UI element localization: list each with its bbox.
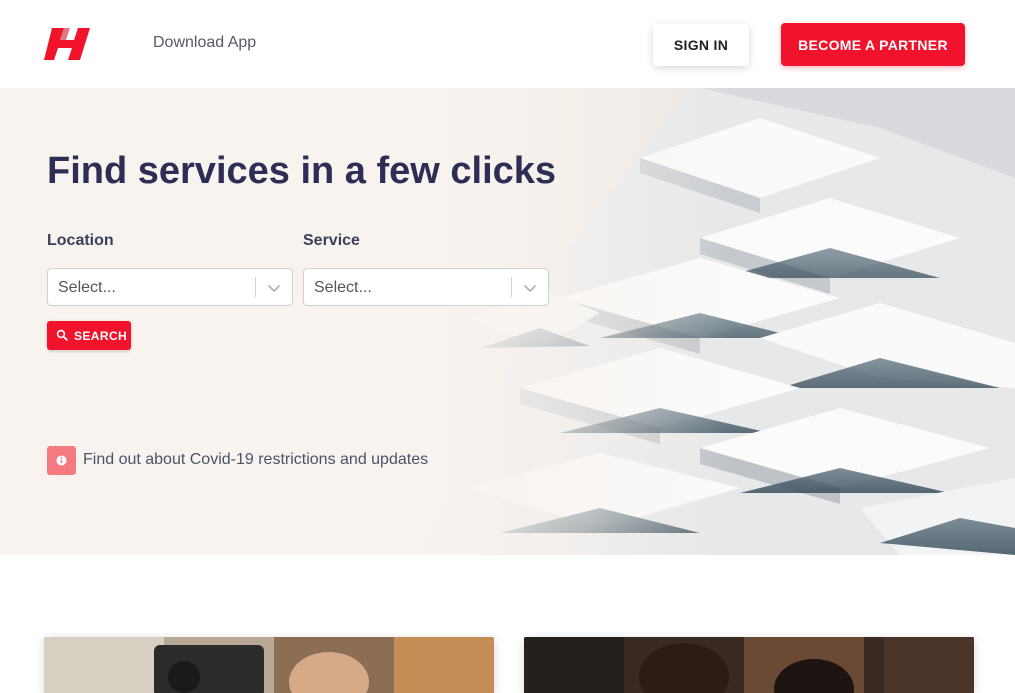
service-card-image[interactable]: [44, 637, 494, 693]
service-label: Service: [303, 232, 360, 249]
chevron-down-icon[interactable]: [522, 280, 538, 296]
service-card-image[interactable]: [524, 637, 974, 693]
brand-logo[interactable]: [44, 24, 98, 64]
sign-in-button[interactable]: SIGN IN: [653, 24, 749, 66]
hero-title: Find services in a few clicks: [47, 150, 557, 192]
hero-section: Find services in a few clicks Location S…: [0, 88, 1015, 555]
location-select[interactable]: Select...: [47, 268, 293, 306]
covid-notice-link[interactable]: Find out about Covid-19 restrictions and…: [83, 451, 428, 469]
location-label: Location: [47, 232, 114, 249]
search-button-label: SEARCH: [74, 329, 128, 343]
select-separator: [255, 277, 256, 297]
info-icon: [47, 446, 76, 475]
workers-image: [524, 637, 974, 693]
chevron-down-icon[interactable]: [266, 280, 282, 296]
select-separator: [511, 277, 512, 297]
location-placeholder: Select...: [58, 279, 116, 296]
service-placeholder: Select...: [314, 279, 372, 296]
search-button[interactable]: SEARCH: [47, 321, 131, 350]
photographer-image: [44, 637, 494, 693]
search-icon: [56, 329, 68, 341]
service-select[interactable]: Select...: [303, 268, 549, 306]
h-logo-icon: [44, 28, 90, 60]
download-app-link[interactable]: Download App: [153, 34, 256, 52]
site-header: Download App SIGN IN BECOME A PARTNER: [0, 0, 1015, 88]
become-partner-button[interactable]: BECOME A PARTNER: [781, 23, 965, 66]
